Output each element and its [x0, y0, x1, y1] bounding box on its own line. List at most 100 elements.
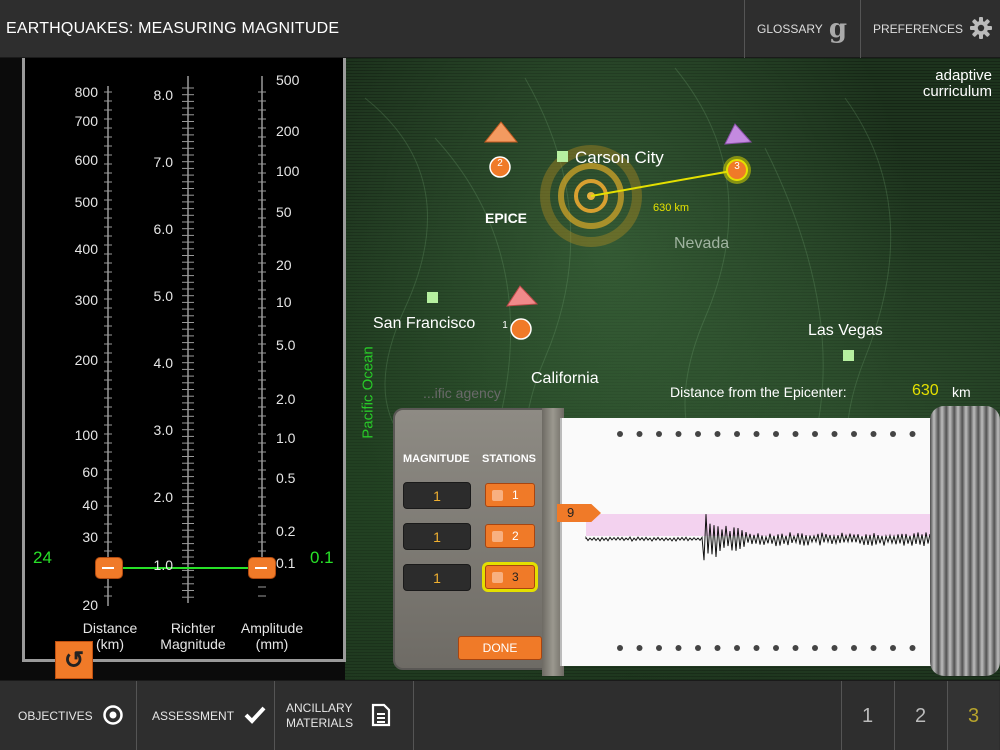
station-indicator	[492, 571, 503, 583]
glossary-g-icon: g	[828, 14, 847, 44]
faded-map-label: ...ific agency	[423, 385, 501, 401]
station-control-panel: MAGNITUDE STATIONS 1 1 1 1 2 3 DONE	[393, 408, 553, 670]
amplitude-tick: 0.2	[276, 523, 296, 539]
station-button-3[interactable]: 3	[485, 565, 535, 589]
amplitude-tick: 1.0	[276, 430, 296, 446]
distance-tick: 800	[74, 84, 98, 100]
station-marker-3[interactable]: 3	[727, 161, 747, 172]
page-button-1[interactable]: 1	[841, 681, 893, 750]
magnitude-axis-title: Richter Magnitude	[148, 620, 238, 652]
amplitude-tick: 0.5	[276, 470, 296, 486]
seismograph-paper	[560, 418, 937, 666]
distance-title-line-1: Distance	[82, 620, 138, 636]
station-marker-1[interactable]: 1	[495, 320, 515, 331]
app-root: EARTHQUAKES: MEASURING MAGNITUDE GLOSSAR…	[0, 0, 1000, 750]
station-button-2[interactable]: 2	[485, 524, 535, 548]
assessment-button[interactable]: ASSESSMENT	[137, 681, 275, 750]
magnitude-tick: 5.0	[153, 288, 173, 304]
magnitude-tick: 4.0	[153, 355, 173, 371]
preferences-label: PREFERENCES	[873, 22, 964, 36]
station-button-label: 3	[512, 570, 519, 584]
amplitude-tick: 0.1	[276, 555, 296, 571]
seismogram-trace	[585, 431, 937, 651]
amplitude-axis-title: Amplitude (mm)	[228, 620, 316, 652]
logo-line-1: adaptive	[935, 67, 992, 84]
amplitude-tick: 100	[276, 163, 300, 179]
station-button-label: 2	[512, 529, 519, 543]
distance-slider-handle[interactable]	[95, 557, 123, 579]
ancillary-materials-label: ANCILLARY MATERIALS	[286, 701, 353, 731]
distance-tick: 60	[82, 464, 98, 480]
magnitude-tick: 7.0	[153, 154, 173, 170]
seismograph-drum	[930, 406, 1000, 676]
city-label-san-francisco: San Francisco	[373, 315, 476, 332]
amplitude-value: 0.1	[310, 548, 334, 567]
amplitude-tick: 200	[276, 123, 300, 139]
magnitude-readout-2: 1	[403, 523, 471, 550]
magnitude-readout-3: 1	[403, 564, 471, 591]
distance-line-label: 630 km	[653, 202, 690, 214]
station-indicator	[492, 530, 503, 542]
stations-column-header: STATIONS	[482, 453, 536, 465]
objectives-button[interactable]: OBJECTIVES	[0, 681, 137, 750]
magnitude-title-line-2: Magnitude	[160, 636, 226, 652]
distance-tick: 400	[74, 241, 98, 257]
distance-tick: 500	[74, 194, 98, 210]
adaptive-curriculum-logo: adaptive curriculum	[890, 68, 992, 100]
amplitude-tick: 10	[276, 294, 292, 310]
distance-tick: 200	[74, 352, 98, 368]
state-label-california: California	[531, 370, 599, 387]
magnitude-tick: 3.0	[153, 422, 173, 438]
nomogram-panel: 800 700 600 500 400 300 200 100 60 40 30…	[0, 58, 346, 680]
magnitude-tick: 8.0	[153, 87, 173, 103]
station-indicator	[492, 489, 503, 501]
glossary-button[interactable]: GLOSSARY g	[744, 0, 860, 58]
distance-tick: 20	[82, 597, 98, 613]
city-label-carson-city: Carson City	[575, 148, 664, 167]
distance-tick: 30	[82, 529, 98, 545]
distance-tick: 700	[74, 113, 98, 129]
preferences-button[interactable]: PREFERENCES	[860, 0, 1000, 58]
distance-tick: 600	[74, 152, 98, 168]
amplitude-title-line-1: Amplitude	[240, 620, 304, 636]
bottom-bar: OBJECTIVES ASSESSMENT ANCILLARY MATERIAL…	[0, 680, 1000, 750]
ancillary-line-1: ANCILLARY	[286, 701, 353, 715]
document-icon	[371, 703, 391, 730]
assessment-label: ASSESSMENT	[152, 709, 235, 723]
amplitude-tick: 500	[276, 72, 300, 88]
distance-unit: km	[952, 384, 971, 400]
amplitude-slider-handle[interactable]	[248, 557, 276, 579]
distance-value: 24	[33, 548, 52, 567]
amplitude-tick: 5.0	[276, 337, 296, 353]
distance-tick: 300	[74, 292, 98, 308]
ancillary-line-2: MATERIALS	[286, 716, 354, 730]
objectives-label: OBJECTIVES	[18, 709, 93, 723]
magnitude-column-header: MAGNITUDE	[403, 453, 470, 465]
distance-tick: 40	[82, 497, 98, 513]
distance-from-epicenter-label: Distance from the Epicenter:	[670, 384, 847, 400]
done-button[interactable]: DONE	[458, 636, 542, 660]
magnitude-readout-1: 1	[403, 482, 471, 509]
page-button-3[interactable]: 3	[947, 681, 999, 750]
page-title: EARTHQUAKES: MEASURING MAGNITUDE	[6, 20, 340, 37]
top-bar: EARTHQUAKES: MEASURING MAGNITUDE GLOSSAR…	[0, 0, 1000, 58]
page-button-2[interactable]: 2	[894, 681, 946, 750]
station-button-label: 1	[512, 488, 519, 502]
station-marker-2[interactable]: 2	[490, 158, 510, 169]
magnitude-tick: 1.0	[153, 557, 173, 573]
checkmark-icon	[244, 706, 266, 727]
gear-icon	[969, 16, 993, 43]
station-button-1[interactable]: 1	[485, 483, 535, 507]
magnitude-title-line-1: Richter	[170, 620, 216, 636]
target-icon	[102, 704, 123, 728]
city-label-las-vegas: Las Vegas	[808, 322, 883, 339]
amplitude-tick: 20	[276, 257, 292, 273]
reset-icon: ↺	[63, 646, 85, 674]
magnitude-tick: 6.0	[153, 221, 173, 237]
reset-button[interactable]: ↺	[55, 641, 93, 679]
ancillary-materials-button[interactable]: ANCILLARY MATERIALS	[275, 681, 414, 750]
distance-tick: 100	[74, 427, 98, 443]
amplitude-tick: 2.0	[276, 391, 296, 407]
logo-line-2: curriculum	[922, 83, 992, 100]
distance-from-epicenter-value: 630	[912, 382, 939, 399]
